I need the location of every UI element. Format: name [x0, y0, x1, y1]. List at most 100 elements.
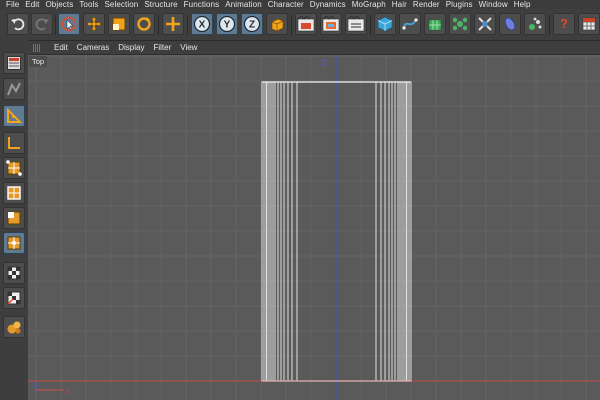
menu-edit[interactable]: Edit [25, 0, 39, 9]
toolbar-separator [370, 15, 371, 35]
axis-mode-button[interactable] [3, 132, 25, 154]
menu-hair[interactable]: Hair [392, 0, 407, 9]
snap-icon [7, 291, 21, 305]
corner-x-label: x [66, 389, 69, 395]
z-axis-lock-icon: Z [243, 15, 261, 33]
enable-axis-icon [7, 266, 21, 280]
rotate-icon [137, 17, 151, 31]
cloner-button[interactable] [449, 13, 471, 35]
menu-file[interactable]: File [6, 0, 19, 9]
viewport-top[interactable]: Top Z z x [28, 55, 600, 400]
x-axis-lock-button[interactable]: X [191, 13, 213, 35]
environment-icon [504, 17, 516, 31]
cube-primitive-icon [377, 16, 393, 32]
svg-text:Z: Z [249, 20, 255, 31]
cloner-icon [452, 17, 468, 31]
svg-text:X: X [199, 20, 206, 31]
sculpt-button[interactable] [3, 316, 25, 338]
menu-character[interactable]: Character [268, 0, 304, 9]
texture-mode-icon [7, 82, 21, 96]
model-mode-icon [7, 108, 22, 123]
texture-mode-button[interactable] [3, 78, 25, 100]
scene-objects-icon [529, 17, 542, 30]
move-button[interactable] [83, 13, 105, 35]
uv-mode-icon [7, 236, 21, 250]
menu-mograph[interactable]: MoGraph [352, 0, 386, 9]
move-icon [86, 16, 102, 32]
rotate-button[interactable] [133, 13, 155, 35]
undo-icon [11, 18, 25, 31]
menu-structure[interactable]: Structure [144, 0, 177, 9]
main-toolbar: X Y Z ? [0, 9, 600, 41]
menu-objects[interactable]: Objects [45, 0, 73, 9]
sculpt-icon [7, 321, 21, 334]
render-view-icon [297, 16, 315, 32]
axis-mode-icon [8, 137, 20, 149]
light-icon [582, 17, 596, 31]
svg-text:?: ? [560, 16, 568, 31]
viewport-menu-cameras[interactable]: Cameras [77, 43, 109, 52]
menu-selection[interactable]: Selection [105, 0, 139, 9]
scale-icon [112, 17, 126, 31]
viewport-grip-icon[interactable] [33, 43, 41, 52]
menu-dynamics[interactable]: Dynamics [310, 0, 346, 9]
render-view-button[interactable] [295, 13, 317, 35]
menu-animation[interactable]: Animation [225, 0, 261, 9]
spline-pen-icon [402, 18, 418, 30]
uv-mode-button[interactable] [3, 232, 25, 254]
camera-icon: ? [560, 16, 568, 31]
scale-button[interactable] [108, 13, 130, 35]
deformer-button[interactable] [474, 13, 496, 35]
live-select-button[interactable] [58, 13, 80, 35]
z-axis-label: Z [321, 58, 327, 68]
render-picture-viewer-icon [322, 16, 340, 32]
render-settings-button[interactable] [345, 13, 367, 35]
model-mode-button[interactable] [3, 105, 25, 127]
x-axis-lock-icon: X [193, 15, 211, 33]
menu-plugins[interactable]: Plugins [446, 0, 473, 9]
view-label[interactable]: Top [29, 56, 48, 67]
undo-button[interactable] [7, 13, 29, 35]
viewport-menu-display[interactable]: Display [118, 43, 144, 52]
environment-button[interactable] [499, 13, 521, 35]
edges-mode-button[interactable] [3, 182, 25, 204]
viewport-menu-view[interactable]: View [180, 43, 197, 52]
world-coordinates-button[interactable] [266, 13, 288, 35]
add-object-button[interactable] [162, 13, 184, 35]
toolbar-separator [55, 15, 56, 35]
redo-button[interactable] [31, 13, 53, 35]
camera-button[interactable]: ? [553, 13, 575, 35]
z-axis-lock-button[interactable]: Z [241, 13, 263, 35]
cube-primitive-button[interactable] [374, 13, 396, 35]
menu-functions[interactable]: Functions [184, 0, 220, 9]
menu-tools[interactable]: Tools [79, 0, 98, 9]
y-axis-lock-icon: Y [218, 15, 236, 33]
mode-sidebar [0, 40, 29, 400]
deformer-icon [478, 17, 492, 31]
viewport-menu-filter[interactable]: Filter [153, 43, 171, 52]
redo-icon [35, 18, 49, 31]
render-settings-icon [347, 16, 365, 32]
scene-objects-button[interactable] [524, 13, 546, 35]
viewport-layout-button[interactable] [3, 52, 25, 74]
enable-axis-button[interactable] [3, 262, 25, 284]
polygons-mode-button[interactable] [3, 207, 25, 229]
subdivision-surface-icon [428, 19, 442, 31]
points-mode-button[interactable] [3, 157, 25, 179]
y-axis-lock-button[interactable]: Y [216, 13, 238, 35]
light-button[interactable] [578, 13, 600, 35]
viewport-menu-bar: Edit Cameras Display Filter View [28, 41, 600, 55]
viewport-grid [28, 55, 600, 400]
main-menu-bar: File Edit Objects Tools Selection Struct… [0, 0, 600, 9]
render-picture-viewer-button[interactable] [320, 13, 342, 35]
viewport-menu-edit[interactable]: Edit [54, 43, 68, 52]
viewport-canvas[interactable] [28, 55, 600, 400]
menu-window[interactable]: Window [479, 0, 508, 9]
menu-help[interactable]: Help [514, 0, 531, 9]
toolbar-separator [158, 15, 159, 35]
subdivision-surface-button[interactable] [424, 13, 446, 35]
menu-render[interactable]: Render [413, 0, 440, 9]
snap-button[interactable] [3, 287, 25, 309]
toolbar-separator [549, 15, 550, 35]
spline-pen-button[interactable] [399, 13, 421, 35]
